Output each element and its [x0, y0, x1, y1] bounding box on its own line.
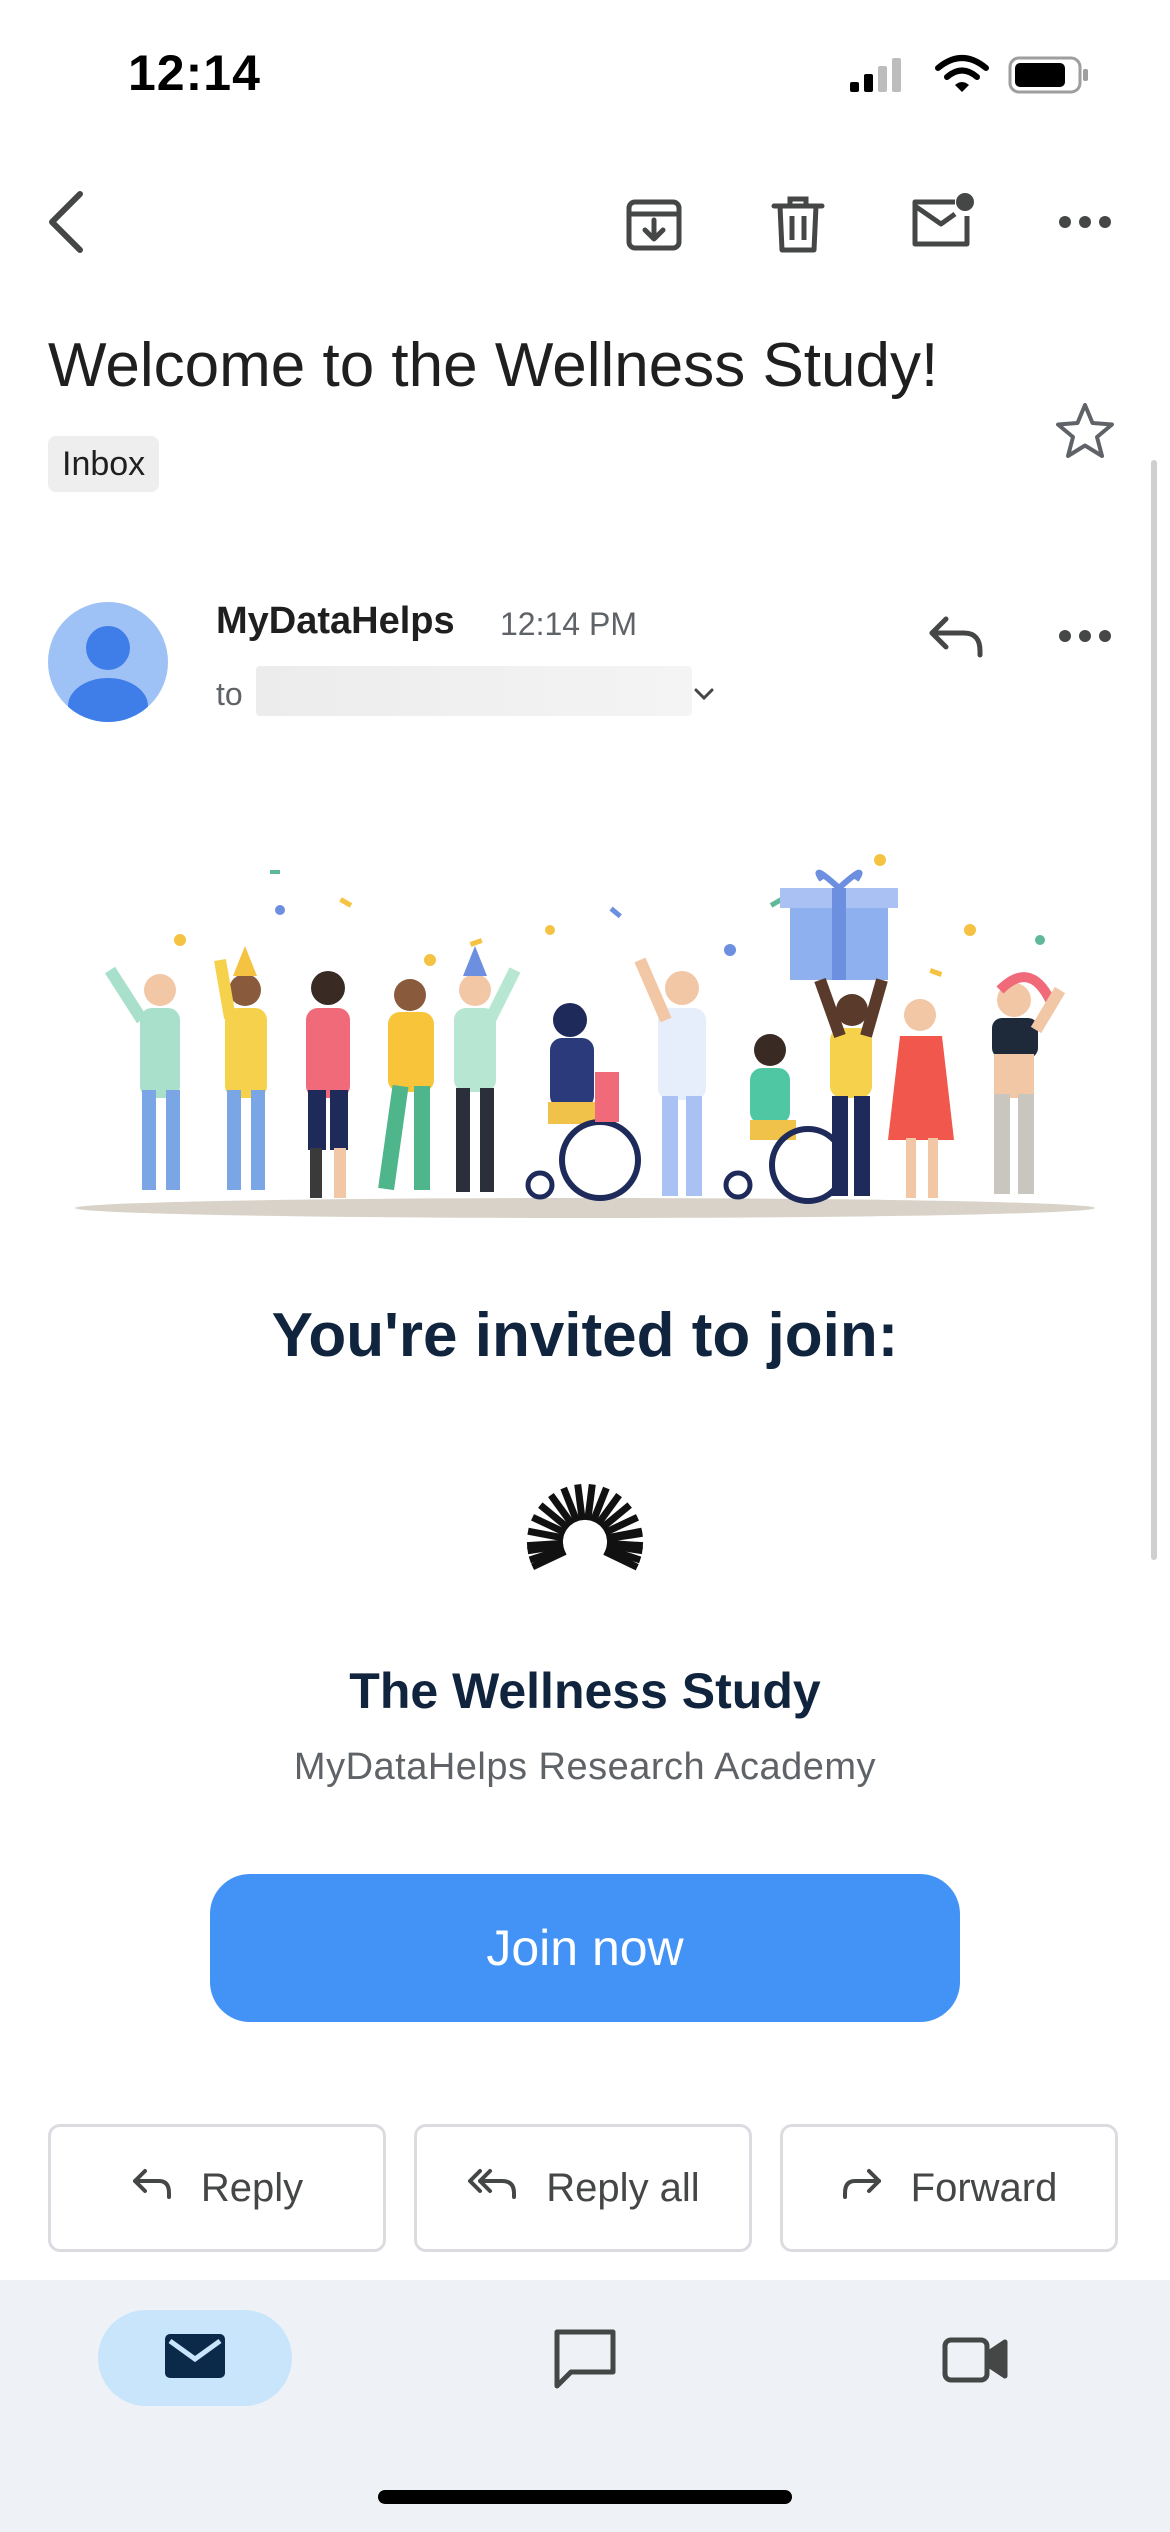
to-label: to	[216, 676, 243, 712]
reply-icon-button[interactable]	[918, 606, 994, 670]
cellular-signal-icon	[848, 54, 908, 99]
archive-button[interactable]	[616, 190, 692, 262]
trash-icon	[770, 194, 826, 259]
study-logo-icon	[522, 1482, 648, 1597]
sent-time: 12:14 PM	[500, 606, 637, 642]
mark-unread-button[interactable]	[904, 186, 980, 262]
forward-button[interactable]: Forward	[780, 2124, 1118, 2252]
forward-button-label: Forward	[910, 2165, 1058, 2210]
scrollbar[interactable]	[1151, 460, 1157, 1560]
reply-icon	[131, 2166, 173, 2211]
email-subject: Welcome to the Wellness Study!	[48, 331, 939, 400]
mail-icon	[164, 2333, 226, 2384]
mail-unread-icon	[909, 190, 975, 259]
delete-button[interactable]	[760, 190, 836, 262]
more-options-button[interactable]	[1052, 196, 1118, 252]
more-horizontal-icon	[1058, 215, 1112, 234]
star-button[interactable]	[1050, 398, 1120, 468]
chat-icon	[553, 2328, 617, 2395]
person-icon	[68, 626, 148, 722]
reply-all-button-label: Reply all	[546, 2165, 700, 2210]
study-name: The Wellness Study	[349, 1663, 821, 1719]
reply-button[interactable]: Reply	[48, 2124, 386, 2252]
reply-icon	[926, 613, 986, 664]
status-time: 12:14	[128, 45, 261, 101]
nav-meet-tab[interactable]	[926, 2316, 1024, 2406]
back-button[interactable]	[36, 186, 96, 262]
chevron-down-icon	[693, 687, 715, 706]
organization-name: MyDataHelps Research Academy	[293, 1746, 877, 1788]
nav-chat-tab[interactable]	[536, 2316, 634, 2406]
avatar[interactable]	[48, 602, 168, 722]
invitation-heading: You're invited to join:	[271, 1301, 899, 1370]
celebration-illustration	[70, 840, 1100, 1230]
video-icon	[942, 2334, 1008, 2389]
more-horizontal-icon	[1058, 629, 1112, 648]
reply-button-label: Reply	[200, 2165, 304, 2210]
message-more-button[interactable]	[1052, 618, 1118, 658]
inbox-label-chip[interactable]: Inbox	[48, 436, 160, 492]
nav-mail-tab[interactable]	[98, 2310, 292, 2406]
forward-icon	[841, 2166, 883, 2211]
archive-icon	[624, 194, 684, 259]
battery-icon	[1008, 56, 1090, 99]
recipient-details-toggle[interactable]	[688, 680, 720, 712]
wifi-icon	[934, 54, 990, 99]
home-indicator[interactable]	[378, 2490, 792, 2504]
sender-name: MyDataHelps	[216, 600, 455, 642]
join-now-button[interactable]: Join now	[210, 1874, 960, 2022]
chevron-left-icon	[46, 190, 86, 259]
recipient-redacted	[256, 666, 692, 716]
reply-all-button[interactable]: Reply all	[414, 2124, 752, 2252]
star-icon	[1055, 402, 1115, 465]
reply-all-icon	[466, 2166, 518, 2211]
